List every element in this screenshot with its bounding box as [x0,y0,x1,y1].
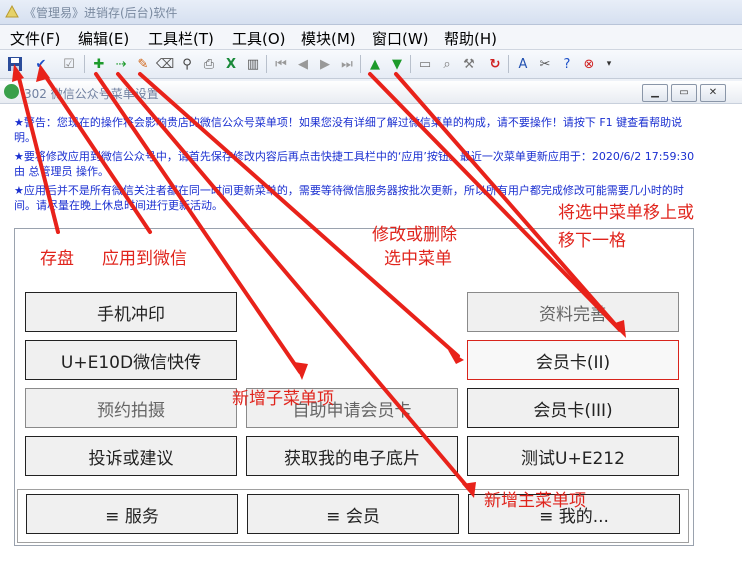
print-icon[interactable]: ⎙ [200,55,218,73]
toolbar-separator [508,55,509,73]
preview-icon[interactable]: ▭ [416,55,434,73]
find-icon[interactable]: ⚲ [178,55,196,73]
annotation-add-sub: 新增子菜单项 [232,389,334,409]
excel-icon[interactable]: X [222,55,240,73]
menu-modules[interactable]: 模块(M) [301,28,356,49]
menu-window[interactable]: 窗口(W) [372,28,429,49]
close-button[interactable]: ✕ [700,84,726,102]
edit-menu-icon[interactable]: ✎ [134,55,152,73]
menu-toolbar[interactable]: 工具栏(T) [148,28,214,49]
add-main-menu-icon[interactable]: ✚ [90,55,108,73]
checkbox-icon[interactable]: ☑ [60,55,78,73]
toolbar-separator [266,55,267,73]
window-title: 《管理易》进销存(后台)软件 [24,6,178,20]
move-up-icon[interactable]: ▲ [366,55,384,73]
menu-item-profile[interactable]: 资料完善 [467,292,679,332]
next-record-icon[interactable]: ▶ [316,55,334,73]
child-window-title: 302 微信公众号菜单设置 [24,87,159,101]
help-icon[interactable]: ? [558,55,576,73]
menu-layout-panel: 手机冲印 资料完善 U+E10D微信快传 会员卡(II) 预约拍摄 自助申请会员… [14,228,694,546]
annotation-move-2: 移下一格 [558,231,626,251]
toolbar-separator [360,55,361,73]
annotation-modify-1: 修改或删除 [372,225,457,245]
minimize-button[interactable]: ▁ [642,84,668,102]
menu-item-wechat-transfer[interactable]: U+E10D微信快传 [25,340,237,380]
annotation-modify-2: 选中菜单 [384,249,452,269]
main-menu-member[interactable]: ≡ 会员 [247,494,459,534]
font-icon[interactable]: A [514,55,532,73]
title-bar: 《管理易》进销存(后台)软件 [0,0,742,25]
menu-bar: 文件(F) 编辑(E) 工具栏(T) 工具(O) 模块(M) 窗口(W) 帮助(… [0,25,742,50]
annotation-save: 存盘 [40,249,74,269]
book-icon[interactable]: ▥ [244,55,262,73]
menu-item-e-negative[interactable]: 获取我的电子底片 [246,436,458,476]
close-record-icon[interactable]: ⊗ [580,55,598,73]
menu-item-test[interactable]: 测试U+E212 [467,436,679,476]
eraser-icon[interactable]: ⌫ [156,55,174,73]
save-icon[interactable] [6,55,24,73]
menu-help[interactable]: 帮助(H) [444,28,497,49]
toolbar-separator [84,55,85,73]
menu-item-member-card-3[interactable]: 会员卡(III) [467,388,679,428]
apply-check-icon[interactable]: ✔ [32,55,50,73]
menu-item-phone-print[interactable]: 手机冲印 [25,292,237,332]
notice-warning: ★警告：您现在的操作将会影响贵店的微信公众号菜单项！如果您没有详细了解过微信菜单… [14,116,683,144]
menu-item-booking[interactable]: 预约拍摄 [25,388,237,428]
add-sub-menu-icon[interactable]: ⇢ [112,55,130,73]
toolbar: ✔ ☑ ✚ ⇢ ✎ ⌫ ⚲ ⎙ X ▥ ⏮ ◀ ▶ ⏭ ▲ ▼ ▭ ⌕ ⚒ ↻ … [0,50,742,79]
zoom-icon[interactable]: ⌕ [438,55,456,73]
move-down-icon[interactable]: ▼ [388,55,406,73]
first-record-icon[interactable]: ⏮ [272,55,290,73]
main-menu-row: ≡ 服务 ≡ 会员 ≡ 我的... [17,489,689,543]
main-menu-service[interactable]: ≡ 服务 [26,494,238,534]
toolbar-separator [410,55,411,73]
annotation-add-main: 新增主菜单项 [484,491,586,511]
notice-apply: ★要将修改应用到微信公众号中，请首先保存修改内容后再点击快捷工具栏中的‘应用’按… [14,150,695,178]
annotation-apply: 应用到微信 [102,249,187,269]
menu-item-member-card-2[interactable]: 会员卡(II) [467,340,679,380]
prev-record-icon[interactable]: ◀ [294,55,312,73]
menu-file[interactable]: 文件(F) [10,28,60,49]
toolbar-more-icon[interactable]: ▾ [600,55,618,73]
menu-item-complaint[interactable]: 投诉或建议 [25,436,237,476]
refresh-icon[interactable]: ↻ [486,55,504,73]
last-record-icon[interactable]: ⏭ [338,55,356,73]
annotation-move-1: 将选中菜单移上或 [558,203,694,223]
settings-icon[interactable]: ✂ [536,55,554,73]
menu-edit[interactable]: 编辑(E) [78,28,129,49]
tools-icon[interactable]: ⚒ [460,55,478,73]
menu-tools[interactable]: 工具(O) [232,28,286,49]
maximize-button[interactable]: ▭ [671,84,697,102]
wechat-icon [4,84,19,99]
child-title-bar: 302 微信公众号菜单设置 ▁ ▭ ✕ [0,81,742,104]
app-logo-icon [5,4,19,18]
child-window: 302 微信公众号菜单设置 ▁ ▭ ✕ ★警告：您现在的操作将会影响贵店的微信公… [0,81,742,588]
